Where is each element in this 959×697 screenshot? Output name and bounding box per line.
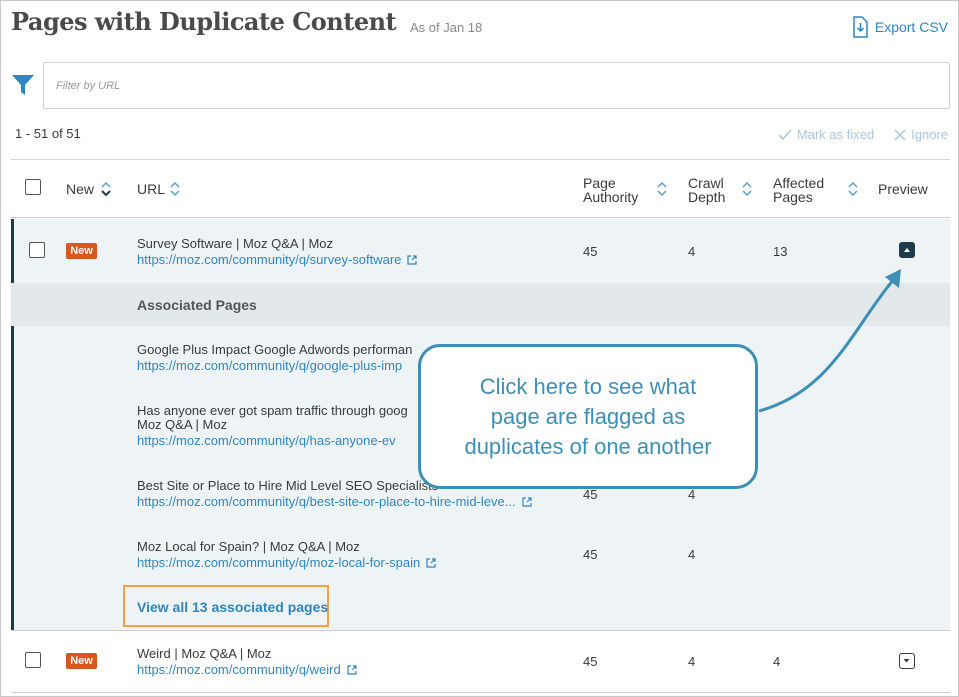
- crawl-depth-value: 4: [688, 487, 696, 502]
- associated-title: Best Site or Place to Hire Mid Level SEO…: [137, 478, 439, 493]
- close-icon: [894, 128, 906, 141]
- affected-pages-value: 13: [773, 244, 788, 259]
- affected-pages-value: 4: [773, 654, 781, 669]
- annotation-text: Click here to see what page are flagged …: [464, 373, 712, 459]
- export-csv-label: Export CSV: [874, 19, 948, 35]
- column-url[interactable]: URL: [137, 182, 165, 196]
- external-link-icon[interactable]: [347, 665, 357, 675]
- page-title: Pages with Duplicate Content: [11, 7, 397, 36]
- row-url-link[interactable]: https://moz.com/community/q/survey-softw…: [137, 252, 418, 267]
- column-affected-line2: Pages: [773, 189, 813, 205]
- view-all-associated-link[interactable]: View all 13 associated pages: [137, 599, 328, 615]
- divider: [11, 159, 950, 160]
- associated-title: Moz Local for Spain? | Moz Q&A | Moz: [137, 539, 360, 554]
- export-csv-button[interactable]: Export CSV: [851, 16, 948, 38]
- associated-title: Has anyone ever got spam traffic through…: [137, 403, 408, 418]
- column-page-authority[interactable]: Page Authority: [583, 176, 638, 204]
- column-new[interactable]: New: [66, 182, 94, 196]
- row-checkbox[interactable]: [25, 652, 41, 668]
- associated-url: https://moz.com/community/q/best-site-or…: [137, 494, 516, 509]
- filter-icon[interactable]: [11, 73, 35, 97]
- new-badge: New: [66, 653, 97, 669]
- row-title: Survey Software | Moz Q&A | Moz: [137, 236, 334, 251]
- ignore-label: Ignore: [911, 127, 948, 142]
- mark-fixed-label: Mark as fixed: [796, 127, 875, 142]
- as-of-date: As of Jan 18: [410, 20, 483, 35]
- row-url-link[interactable]: https://moz.com/community/q/weird: [137, 662, 357, 677]
- associated-url-link[interactable]: https://moz.com/community/q/moz-local-fo…: [137, 555, 436, 570]
- page-authority-value: 45: [583, 487, 598, 502]
- divider: [11, 630, 950, 631]
- crawl-depth-value: 4: [688, 244, 696, 259]
- sort-icon[interactable]: [169, 180, 181, 198]
- sort-icon[interactable]: [741, 180, 753, 198]
- column-crawl-depth[interactable]: Crawl Depth: [688, 176, 725, 204]
- download-file-icon: [853, 16, 868, 38]
- sort-icon[interactable]: [847, 180, 859, 198]
- crawl-depth-value: 4: [688, 654, 696, 669]
- sort-icon[interactable]: [100, 180, 112, 198]
- filter-url-input[interactable]: [44, 63, 949, 108]
- row-title: Weird | Moz Q&A | Moz: [137, 646, 272, 661]
- row-url: https://moz.com/community/q/survey-softw…: [137, 252, 402, 267]
- row-url: https://moz.com/community/q/weird: [137, 662, 341, 677]
- page-authority-value: 45: [583, 654, 598, 669]
- new-badge: New: [66, 243, 97, 259]
- associated-url-link[interactable]: https://moz.com/community/q/best-site-or…: [137, 494, 532, 509]
- divider: [11, 692, 950, 693]
- associated-url: https://moz.com/community/q/moz-local-fo…: [137, 555, 421, 570]
- caret-down-icon: [903, 659, 910, 663]
- column-page-authority-line2: Authority: [583, 189, 639, 205]
- column-preview: Preview: [878, 181, 928, 197]
- associated-title-line2: Moz Q&A | Moz: [137, 417, 228, 432]
- expanded-row-accent: [11, 219, 14, 630]
- column-crawl-depth-line1: Crawl: [688, 175, 724, 191]
- column-affected-pages[interactable]: Affected Pages: [773, 176, 824, 204]
- check-icon: [778, 129, 792, 140]
- associated-title: Google Plus Impact Google Adwords perfor…: [137, 342, 413, 357]
- external-link-icon[interactable]: [426, 558, 436, 568]
- column-affected-line1: Affected: [773, 175, 825, 191]
- filter-field: [43, 62, 950, 109]
- caret-up-icon: [904, 248, 910, 252]
- mark-fixed-button[interactable]: Mark as fixed: [778, 127, 874, 142]
- crawl-depth-value: 4: [688, 547, 696, 562]
- external-link-icon[interactable]: [521, 497, 532, 507]
- external-link-icon[interactable]: [407, 255, 418, 265]
- column-crawl-depth-line2: Depth: [688, 189, 726, 205]
- result-count: 1 - 51 of 51: [15, 126, 81, 141]
- associated-pages-label: Associated Pages: [137, 297, 257, 313]
- page-authority-value: 45: [583, 244, 598, 259]
- associated-url[interactable]: https://moz.com/community/q/google-plus-…: [137, 358, 402, 373]
- column-page-authority-line1: Page: [583, 175, 616, 191]
- bulk-actions: Mark as fixed Ignore: [778, 127, 948, 142]
- annotation-callout: Click here to see what page are flagged …: [418, 344, 758, 489]
- associated-url[interactable]: https://moz.com/community/q/has-anyone-e…: [137, 433, 396, 448]
- preview-toggle-button[interactable]: [899, 653, 915, 669]
- divider: [11, 217, 950, 218]
- report-panel: Pages with Duplicate Content As of Jan 1…: [0, 0, 959, 697]
- row-checkbox[interactable]: [29, 242, 45, 258]
- ignore-button[interactable]: Ignore: [894, 127, 948, 142]
- sort-icon[interactable]: [656, 180, 668, 198]
- page-authority-value: 45: [583, 547, 598, 562]
- select-all-checkbox[interactable]: [25, 179, 41, 195]
- preview-toggle-button[interactable]: [899, 242, 915, 258]
